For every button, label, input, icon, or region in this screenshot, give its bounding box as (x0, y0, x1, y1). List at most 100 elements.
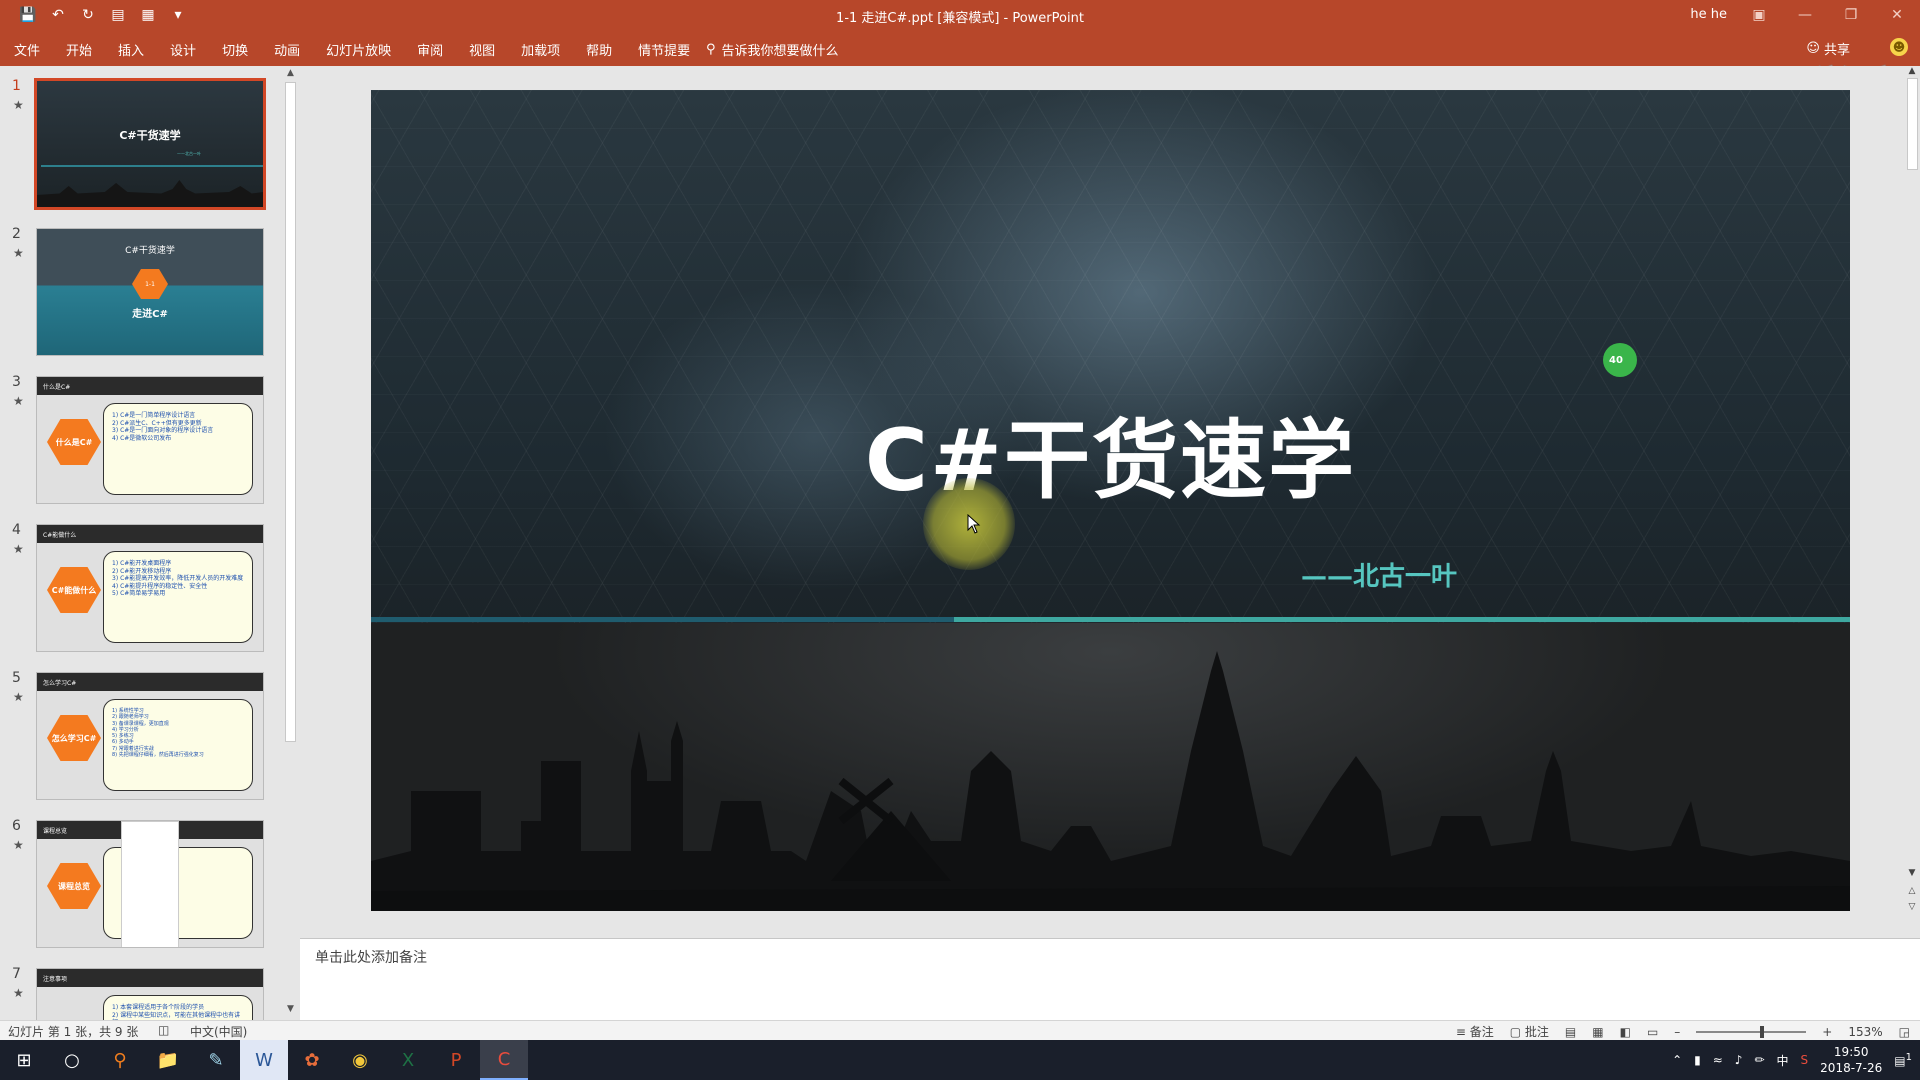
restore-icon[interactable]: ❐ (1828, 0, 1874, 30)
notepad-app-icon[interactable]: ✎ (192, 1040, 240, 1080)
zoom-in-icon[interactable]: + (1822, 1025, 1832, 1039)
slideshow-icon[interactable]: ▭ (1647, 1025, 1658, 1039)
ribbon-tab[interactable]: 幻灯片放映 (326, 40, 391, 59)
transition-star-icon: ★ (13, 690, 24, 704)
notes-pane[interactable]: 单击此处添加备注 (300, 938, 1920, 1020)
thumb-hex-badge: C#能做什么 (47, 567, 101, 613)
slide-number: 2 (12, 226, 21, 242)
excel-app-icon[interactable]: X (384, 1040, 432, 1080)
windows-start-icon[interactable]: ⊞ (0, 1040, 48, 1080)
scroll-down-icon[interactable]: ▼ (285, 1004, 296, 1014)
file-explorer-icon[interactable]: 📁 (144, 1040, 192, 1080)
current-slide[interactable]: C#干货速学 ——北古一叶 (371, 90, 1850, 911)
thumbnail-row[interactable]: 4 ★ C#能做什么 1) C#能开发桌面程序 2) C#能开发移动程序 3) … (0, 510, 282, 652)
minimize-icon[interactable]: — (1782, 0, 1828, 30)
slide-thumbnail-1[interactable]: C#干货速学 ——北古一叶 (34, 78, 266, 210)
slide-title[interactable]: C#干货速学 (371, 390, 1850, 515)
search-app-icon[interactable]: ⚲ (96, 1040, 144, 1080)
thumbnail-row[interactable]: 2 ★ C#干货速学 1-1 走进C# (0, 214, 282, 356)
notes-toggle[interactable]: ≡ 备注 (1456, 1023, 1494, 1040)
slide-thumbnail-7[interactable]: 注意事项 1) 本套课程适用于各个阶段的学员 2) 课程中某些知识点，可能在其他… (36, 968, 264, 1020)
spelling-check-icon[interactable]: ◫ (158, 1023, 169, 1037)
zoom-slider-knob[interactable] (1759, 1025, 1764, 1038)
slide-thumbnail-3[interactable]: 什么是C# 1) C#是一门简单程序设计语言 2) C#派生C、C++但有更多更… (36, 376, 264, 504)
thumb-line: 4) C#能提升程序的稳定性、安全性 (112, 582, 208, 590)
slide-thumbnail-5[interactable]: 怎么学习C# 1) 系统性学习 2) 跟随老师学习 3) 备课录课程，更加直观 … (36, 672, 264, 800)
thumbnail-row[interactable]: 1 ★ C#干货速学 ——北古一叶 (0, 66, 282, 210)
zoom-out-icon[interactable]: – (1674, 1025, 1680, 1039)
ribbon-display-options-icon[interactable]: ▣ (1736, 0, 1782, 30)
thumb-hex-badge: 课程总览 (47, 863, 101, 909)
ribbon-tab[interactable]: 加载项 (521, 40, 560, 59)
close-icon[interactable]: ✕ (1874, 0, 1920, 30)
thumbnail-row[interactable]: 6 ★ 课程总览 课程总览 (0, 806, 282, 948)
thumb-header: C#能做什么 (37, 525, 263, 543)
ribbon-tab[interactable]: 视图 (469, 40, 495, 59)
comments-toggle-label: 批注 (1524, 1025, 1549, 1039)
thumb-hex-badge: 怎么学习C# (47, 715, 101, 761)
chrome-icon[interactable]: ◉ (336, 1040, 384, 1080)
thumbnail-scrollbar[interactable]: ▲ ▼ (282, 66, 298, 1020)
wifi-icon[interactable]: ≈ (1713, 1053, 1723, 1067)
zoom-level[interactable]: 153% (1848, 1025, 1882, 1039)
system-clock[interactable]: 19:50 2018-7-26 (1820, 1044, 1882, 1076)
action-center-icon[interactable]: ▤1 (1894, 1052, 1912, 1068)
reading-view-icon[interactable]: ◧ (1620, 1025, 1631, 1039)
comments-toggle[interactable]: ▢ 批注 (1510, 1023, 1549, 1040)
language-indicator[interactable]: 中文(中国) (190, 1023, 247, 1040)
scroll-down-icon[interactable]: ▼ (1904, 868, 1920, 878)
slide-vertical-scrollbar[interactable]: ▲ ▼ △ ▽ (1904, 66, 1920, 938)
ribbon-tab[interactable]: 插入 (118, 40, 144, 59)
slide-thumbnail-4[interactable]: C#能做什么 1) C#能开发桌面程序 2) C#能开发移动程序 3) C#能提… (36, 524, 264, 652)
ime-indicator[interactable]: 中 (1777, 1052, 1789, 1069)
ribbon-tab[interactable]: 文件 (14, 40, 40, 59)
previous-slide-icon[interactable]: △ (1904, 886, 1920, 896)
ribbon-tab[interactable]: 情节提要 (638, 40, 690, 59)
tell-me-search[interactable]: ⚲ 告诉我你想要做什么 (706, 40, 839, 59)
slide-number: 4 (12, 522, 21, 538)
scrollbar-thumb[interactable] (285, 82, 296, 742)
zoom-slider[interactable] (1696, 1025, 1807, 1038)
window-controls: ▣ — ❐ ✕ (1736, 0, 1920, 30)
slide-thumbnail-2[interactable]: C#干货速学 1-1 走进C# (36, 228, 264, 356)
volume-icon[interactable]: ♪ (1735, 1053, 1743, 1067)
thumb-content-box: 1) C#能开发桌面程序 2) C#能开发移动程序 3) C#能提高开发效率，降… (103, 551, 253, 643)
account-name[interactable]: he he (1690, 7, 1727, 22)
ribbon-tab[interactable]: 审阅 (417, 40, 443, 59)
sogou-ime-icon[interactable]: S (1801, 1053, 1809, 1067)
show-hidden-icons-icon[interactable]: ⌃ (1672, 1053, 1682, 1067)
scroll-up-icon[interactable]: ▲ (1904, 66, 1920, 76)
scroll-up-icon[interactable]: ▲ (285, 68, 296, 78)
slide-sorter-icon[interactable]: ▦ (1592, 1025, 1603, 1039)
camtasia-app-icon[interactable]: C (480, 1040, 528, 1080)
ribbon-tab[interactable]: 切换 (222, 40, 248, 59)
next-slide-icon[interactable]: ▽ (1904, 902, 1920, 912)
thumbnail-row[interactable]: 3 ★ 什么是C# 1) C#是一门简单程序设计语言 2) C#派生C、C++但… (0, 362, 282, 504)
slide-thumbnail-6[interactable]: 课程总览 课程总览 (36, 820, 264, 948)
ribbon-tab[interactable]: 开始 (66, 40, 92, 59)
mouse-pointer-icon (967, 514, 981, 534)
powerpoint-app-icon[interactable]: P (432, 1040, 480, 1080)
color-app-icon[interactable]: ✿ (288, 1040, 336, 1080)
word-app-icon[interactable]: W (240, 1040, 288, 1080)
ribbon-tab[interactable]: 设计 (170, 40, 196, 59)
battery-icon[interactable]: ▮ (1694, 1053, 1701, 1067)
taskbar-apps: ⊞ ○ ⚲ 📁 ✎ W ✿ ◉ X P C (0, 1040, 528, 1080)
ribbon-tab[interactable]: 帮助 (586, 40, 612, 59)
floating-badge[interactable]: 40 (1603, 343, 1637, 377)
slide-divider-dark (371, 617, 981, 622)
slide-thumbnail-pane: 1 ★ C#干货速学 ——北古一叶 2 ★ C#干货速学 1-1 走进C# 3 … (0, 66, 300, 1020)
slide-counter: 幻灯片 第 1 张，共 9 张 (8, 1025, 139, 1039)
scrollbar-thumb[interactable] (1907, 78, 1918, 170)
thumbnail-row[interactable]: 5 ★ 怎么学习C# 1) 系统性学习 2) 跟随老师学习 3) 备课录课程，更… (0, 658, 282, 800)
notes-placeholder[interactable]: 单击此处添加备注 (315, 947, 427, 967)
normal-view-icon[interactable]: ▤ (1565, 1025, 1576, 1039)
cortana-icon[interactable]: ○ (48, 1040, 96, 1080)
thumb-line: 8) 先把课程仔细看，然后再进行强化复习 (112, 751, 204, 758)
pen-icon[interactable]: ✏ (1754, 1053, 1764, 1067)
fit-to-window-icon[interactable]: ◲ (1899, 1025, 1910, 1039)
ribbon-tab[interactable]: 动画 (274, 40, 300, 59)
slide-subtitle[interactable]: ——北古一叶 (1301, 556, 1457, 593)
ribbon-tabs-bar: 文件 开始 插入 设计 切换 动画 幻灯片放映 审阅 视图 加载项 帮助 情节提要 ⚲ 告诉我你想要做… (0, 30, 1920, 66)
thumbnail-row[interactable]: 7 ★ 注意事项 1) 本套课程适用于各个阶段的学员 2) 课程中某些知识点，可… (0, 954, 282, 1020)
